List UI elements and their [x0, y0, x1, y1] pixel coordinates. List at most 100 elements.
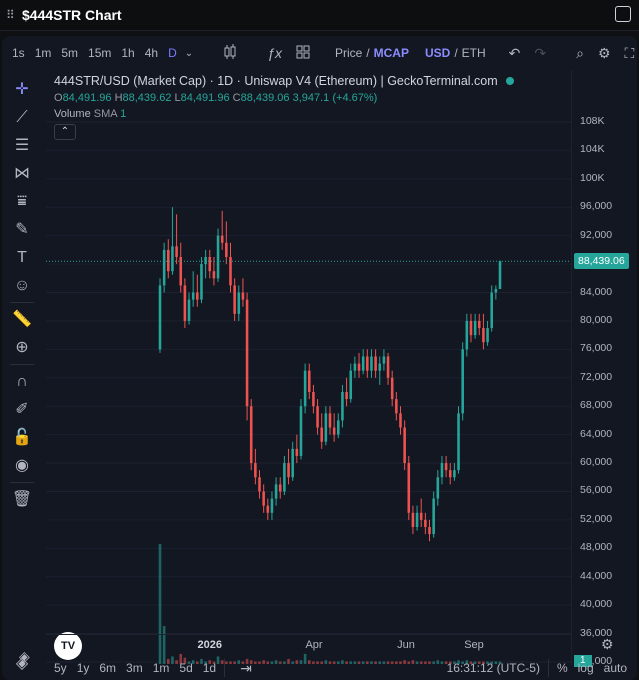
- candle-body: [382, 356, 386, 364]
- axis-settings-gear-icon[interactable]: ⚙: [601, 636, 614, 653]
- candle-body: [440, 463, 444, 478]
- percent-scale-toggle[interactable]: %: [557, 661, 568, 675]
- candle-body: [312, 392, 315, 407]
- pattern-icon[interactable]: ⋈: [10, 162, 34, 186]
- candle-body: [162, 249, 166, 286]
- undo-icon[interactable]: ↶: [509, 45, 521, 62]
- range-5y[interactable]: 5y: [54, 661, 67, 675]
- range-1d[interactable]: 1d: [203, 661, 216, 675]
- range-3m[interactable]: 3m: [126, 661, 143, 675]
- candle-body: [370, 356, 373, 371]
- zoom-in-icon[interactable]: ⊕: [10, 336, 34, 360]
- window-maximize-icon[interactable]: [615, 6, 631, 22]
- price-tick-label: 76,000: [580, 342, 613, 355]
- last-price-label: 88,439.06: [574, 253, 629, 270]
- candle-body: [366, 356, 369, 371]
- text-icon[interactable]: T: [10, 246, 34, 270]
- price-tick-label: 104K: [580, 143, 605, 156]
- range-1m[interactable]: 1m: [153, 661, 170, 675]
- candle-body: [345, 392, 348, 400]
- indicators-icon[interactable]: ƒx: [267, 45, 282, 61]
- layouts-icon[interactable]: [296, 45, 310, 62]
- layers-icon[interactable]: ◈: [19, 648, 30, 665]
- timeframe-4h[interactable]: 4h: [145, 46, 158, 60]
- candle-body: [465, 320, 469, 350]
- volume-label: Volume: [54, 108, 91, 120]
- usd-eth-slash: /: [454, 46, 458, 60]
- auto-scale-toggle[interactable]: auto: [604, 661, 627, 675]
- fib-retracement-icon[interactable]: ☰: [10, 134, 34, 158]
- candle-body: [216, 235, 220, 279]
- candle-body: [419, 512, 423, 520]
- eth-toggle[interactable]: ETH: [462, 46, 486, 60]
- range-1y[interactable]: 1y: [77, 661, 90, 675]
- timeframe-D[interactable]: D: [168, 46, 177, 60]
- price-tick-label: 44,000: [580, 569, 613, 582]
- candle-body: [386, 356, 390, 378]
- volume-sma-value: 1: [120, 108, 127, 120]
- timeframe-1m[interactable]: 1m: [35, 46, 52, 60]
- window-title: $444STR Chart: [22, 7, 122, 23]
- quick-search-icon[interactable]: ⌕: [576, 45, 584, 62]
- go-to-date-icon[interactable]: ⇥: [240, 660, 252, 677]
- price-tick-label: 64,000: [580, 427, 613, 440]
- candle-body: [303, 370, 307, 407]
- candle-body: [191, 292, 195, 300]
- open-label: O: [54, 92, 63, 104]
- candle-body: [482, 328, 485, 343]
- clock-time[interactable]: 16:31:12 (UTC-5): [447, 661, 540, 675]
- range-5d[interactable]: 5d: [179, 661, 192, 675]
- candle-body: [469, 320, 473, 336]
- fullscreen-icon[interactable]: ⛶: [625, 45, 635, 62]
- candle-body: [390, 377, 394, 400]
- collapse-legend-button[interactable]: ⌃: [54, 124, 76, 140]
- range-6m[interactable]: 6m: [99, 661, 116, 675]
- candle-body: [332, 427, 336, 435]
- emoji-icon[interactable]: ☺: [10, 274, 34, 298]
- price-chart-svg[interactable]: [46, 70, 571, 666]
- candle-body: [287, 463, 290, 478]
- candle-body: [249, 406, 253, 464]
- trend-line-icon[interactable]: ⟋: [10, 106, 34, 130]
- candles-icon[interactable]: [223, 43, 237, 63]
- eye-icon[interactable]: ◉: [10, 454, 34, 478]
- prediction-icon[interactable]: ⩸: [10, 190, 34, 214]
- log-scale-toggle[interactable]: log: [578, 661, 594, 675]
- candle-body: [353, 363, 357, 371]
- redo-icon[interactable]: ↷: [534, 45, 546, 62]
- settings-gear-icon[interactable]: ⚙: [598, 45, 611, 62]
- time-axis[interactable]: 2026 Apr Jun Sep ⚙: [46, 634, 614, 657]
- open-value: 84,491.96: [62, 92, 112, 104]
- lock-icon[interactable]: 🔓: [10, 426, 34, 450]
- high-value: 88,439.62: [122, 92, 172, 104]
- chart-pane[interactable]: 444STR/USD (Market Cap) · 1D · Uniswap V…: [46, 70, 571, 666]
- usd-toggle[interactable]: USD: [425, 46, 450, 60]
- timeframe-1s[interactable]: 1s: [12, 46, 25, 60]
- stay-in-drawing-icon[interactable]: ✐: [10, 398, 34, 422]
- trash-icon[interactable]: 🗑: [10, 488, 34, 512]
- timeframe-15m[interactable]: 15m: [88, 46, 111, 60]
- candle-body: [436, 477, 440, 499]
- low-value: 84,491.96: [180, 92, 230, 104]
- candle-body: [278, 484, 282, 492]
- drag-handle-icon[interactable]: ⠿: [6, 8, 18, 22]
- candle-body: [245, 299, 249, 407]
- crosshair-icon[interactable]: ✛: [10, 78, 34, 102]
- volume-sma-label: SMA: [93, 108, 117, 120]
- candle-body: [361, 356, 365, 371]
- volume-legend-row[interactable]: Volume SMA 1: [54, 108, 514, 120]
- timeframe-1h[interactable]: 1h: [121, 46, 134, 60]
- ruler-icon[interactable]: 📏: [10, 308, 34, 332]
- chevron-down-icon[interactable]: ⌄: [185, 48, 193, 59]
- brush-icon[interactable]: ✎: [10, 218, 34, 242]
- candle-body: [428, 527, 431, 535]
- price-toggle[interactable]: Price: [335, 46, 362, 60]
- magnet-icon[interactable]: ∩: [10, 370, 34, 394]
- candle-body: [220, 235, 224, 243]
- price-tick-label: 72,000: [580, 370, 613, 383]
- close-label: C: [232, 92, 241, 104]
- price-axis[interactable]: 108K104K100K96,00092,00088,00084,00080,0…: [571, 70, 637, 667]
- range-toolbar: 5y 1y 6m 3m 1m 5d 1d ⇥ 16:31:12 (UTC-5) …: [2, 656, 637, 680]
- mcap-toggle[interactable]: MCAP: [374, 46, 409, 60]
- timeframe-5m[interactable]: 5m: [61, 46, 78, 60]
